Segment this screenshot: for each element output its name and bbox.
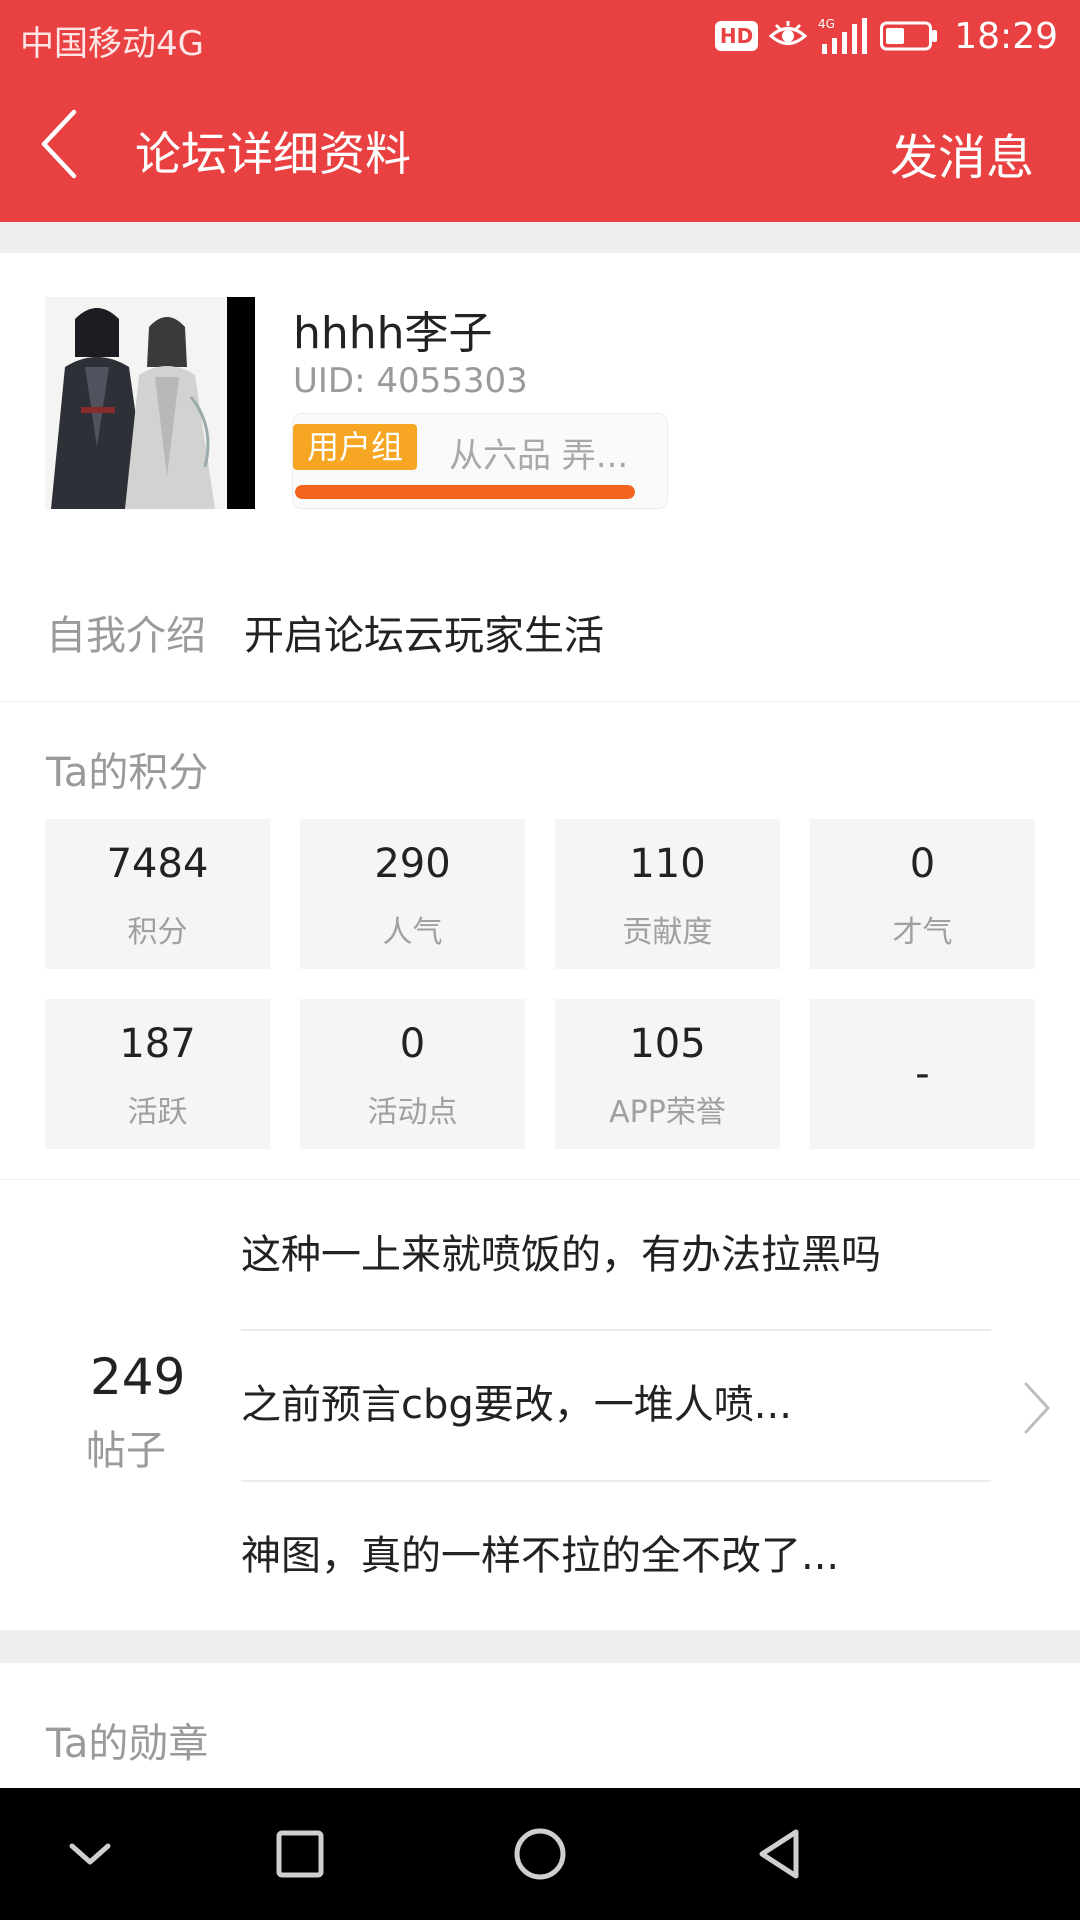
user-group[interactable]: 用户组 从六品 弄... [292, 413, 668, 509]
carrier-label: 中国移动4G [20, 24, 204, 64]
eye-icon [768, 19, 808, 53]
score-value: 290 [374, 841, 451, 887]
medals-title: Ta的勋章 [46, 1721, 209, 1767]
uid-value: 4055303 [376, 361, 528, 401]
uid-label: UID: [293, 361, 366, 401]
screen: 中国移动4G HD 4G 18:29 论坛详细资料 发消息 hhhh李子 UID… [0, 0, 1080, 1920]
status-bar: 中国移动4G HD 4G 18:29 [0, 0, 1080, 74]
score-cell[interactable]: 0 活动点 [300, 999, 525, 1149]
user-group-name: 从六品 弄... [449, 436, 629, 476]
score-cell[interactable]: 7484 积分 [45, 819, 270, 969]
score-cell[interactable]: 110 贡献度 [555, 819, 780, 969]
username: hhhh李子 [293, 308, 493, 359]
navigation-bar [0, 1788, 1080, 1920]
score-cell[interactable]: 187 活跃 [45, 999, 270, 1149]
profile-card: hhhh李子 UID: 4055303 用户组 从六品 弄... 自我介绍 开启… [0, 253, 1080, 701]
score-value: 105 [629, 1021, 706, 1067]
score-value: 187 [119, 1021, 196, 1067]
score-label: APP荣誉 [609, 1095, 726, 1130]
score-label: 才气 [892, 915, 953, 950]
score-value: 0 [909, 841, 936, 887]
signal-icon: 4G [818, 16, 870, 56]
post-item[interactable]: 神图，真的一样不拉的全不改了... [241, 1481, 991, 1631]
level-progress-fill [295, 485, 635, 499]
avatar[interactable] [45, 297, 255, 509]
medals-section: Ta的勋章 [0, 1663, 1080, 1788]
intro-text: 开启论坛云玩家生活 [244, 613, 604, 659]
posts-label: 帖子 [86, 1428, 166, 1474]
posts-section[interactable]: 249 帖子 这种一上来就喷饭的，有办法拉黑吗 之前预言cbg要改，一堆人喷..… [0, 1180, 1080, 1630]
chevron-left-icon [41, 109, 77, 179]
app-bar: 论坛详细资料 发消息 [0, 74, 1080, 222]
score-label: 活动点 [367, 1095, 458, 1130]
user-group-badge: 用户组 [293, 424, 418, 470]
svg-text:4G: 4G [818, 17, 835, 31]
back-button[interactable] [30, 104, 100, 184]
header: 中国移动4G HD 4G 18:29 论坛详细资料 发消息 [0, 0, 1080, 222]
posts-count: 249 [90, 1348, 186, 1406]
hd-icon: HD [714, 21, 759, 51]
score-value: 110 [629, 841, 706, 887]
score-label: 活跃 [127, 1095, 188, 1130]
score-label: 贡献度 [622, 915, 713, 950]
score-label: 人气 [382, 915, 443, 950]
score-value: - [915, 1051, 930, 1097]
back-nav-icon[interactable] [744, 1818, 816, 1890]
clock: 18:29 [954, 15, 1058, 57]
scores-section: Ta的积分 7484 积分 290 人气 110 贡献度 0 才气 187 活跃 [0, 702, 1080, 1179]
score-cell[interactable]: 105 APP荣誉 [555, 999, 780, 1149]
avatar-image [45, 297, 255, 509]
battery-icon [880, 21, 938, 51]
score-cell-empty: - [810, 999, 1035, 1149]
score-value: 0 [399, 1021, 426, 1067]
score-value: 7484 [106, 841, 209, 887]
status-icons: HD 4G 18:29 [714, 14, 1058, 58]
send-message-button[interactable]: 发消息 [890, 118, 1034, 188]
score-label: 积分 [127, 915, 188, 950]
post-item[interactable]: 这种一上来就喷饭的，有办法拉黑吗 [241, 1180, 991, 1330]
home-icon[interactable] [504, 1818, 576, 1890]
post-item[interactable]: 之前预言cbg要改，一堆人喷... [241, 1330, 991, 1480]
recent-apps-icon[interactable] [264, 1818, 336, 1890]
score-cell[interactable]: 290 人气 [300, 819, 525, 969]
chevron-down-icon[interactable] [54, 1818, 126, 1890]
level-progress-bar [295, 485, 635, 499]
score-cell[interactable]: 0 才气 [810, 819, 1035, 969]
scores-title: Ta的积分 [46, 750, 209, 796]
chevron-right-icon[interactable] [1020, 1380, 1052, 1436]
uid: UID: 4055303 [293, 361, 528, 401]
page-title: 论坛详细资料 [135, 127, 411, 181]
intro-label: 自我介绍 [46, 613, 206, 659]
